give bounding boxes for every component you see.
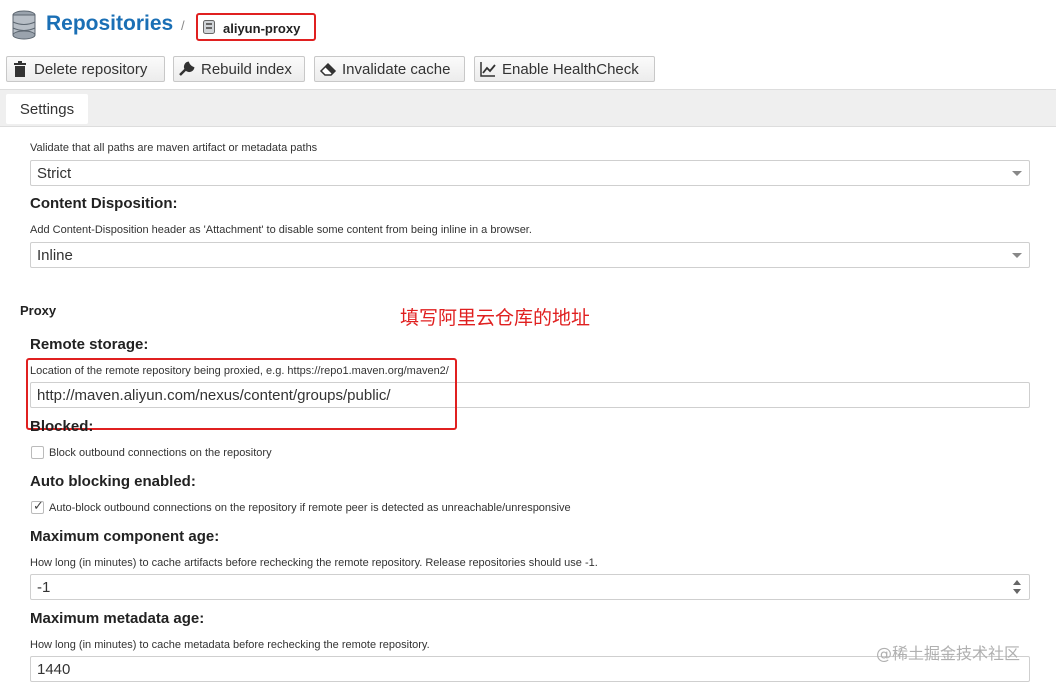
line-chart-icon [480,62,496,77]
max-metadata-age-value: 1440 [37,660,71,678]
chevron-down-icon [1012,171,1022,176]
tab-settings[interactable]: Settings [6,94,88,124]
auto-blocking-checkbox[interactable]: ✓ [31,498,44,514]
delete-repository-button[interactable]: Delete repository [6,56,165,82]
watermark: @稀土掘金技术社区 [876,644,1021,663]
breadcrumb-current-highlight: aliyun-proxy [196,13,316,41]
invalidate-cache-label: Invalidate cache [342,60,451,78]
layout-policy-hint: Validate that all paths are maven artifa… [30,142,318,154]
chevron-down-icon [1012,253,1022,258]
breadcrumb-repository-name: aliyun-proxy [223,21,301,36]
max-component-age-value: -1 [37,578,51,596]
rebuild-index-button[interactable]: Rebuild index [173,56,305,82]
page-header: Repositories / aliyun-proxy [0,0,1056,50]
wrench-icon [179,61,195,76]
invalidate-cache-button[interactable]: Invalidate cache [314,56,465,82]
eraser-icon [319,62,337,76]
layout-policy-value: Strict [37,164,72,182]
max-metadata-age-hint: How long (in minutes) to cache metadata … [30,639,430,651]
delete-repository-label: Delete repository [34,60,148,78]
blocked-checkbox-label: Block outbound connections on the reposi… [49,447,272,459]
spinner-up-icon[interactable] [1013,580,1021,585]
enable-healthcheck-button[interactable]: Enable HealthCheck [474,56,655,82]
annotation-text: 填写阿里云仓库的地址 [400,307,591,329]
enable-healthcheck-label: Enable HealthCheck [502,60,639,78]
settings-form: Validate that all paths are maven artifa… [0,128,1056,682]
max-component-age-input[interactable]: -1 [30,574,1030,600]
remote-storage-label: Remote storage: [30,336,149,353]
page-title[interactable]: Repositories [46,12,173,36]
blocked-label: Blocked: [30,418,94,435]
content-disposition-select[interactable]: Inline [30,242,1030,268]
auto-blocking-label: Auto blocking enabled: [30,473,196,490]
database-icon [12,10,36,40]
proxy-section-heading: Proxy [20,303,57,318]
content-disposition-label: Content Disposition: [30,195,178,212]
rebuild-index-label: Rebuild index [201,60,292,78]
content-disposition-hint: Add Content-Disposition header as 'Attac… [30,224,532,236]
trash-icon [14,61,26,77]
blocked-checkbox[interactable] [31,446,44,459]
repository-icon [203,20,215,34]
breadcrumb-separator: / [181,18,185,33]
max-component-age-hint: How long (in minutes) to cache artifacts… [30,557,598,569]
tab-bar: Settings [0,89,1056,127]
layout-policy-select[interactable]: Strict [30,160,1030,186]
toolbar: Delete repository Rebuild index Invalida… [0,56,1056,84]
spinner-down-icon[interactable] [1013,589,1021,594]
max-component-age-label: Maximum component age: [30,528,220,545]
content-disposition-value: Inline [37,246,73,264]
checkmark-icon: ✓ [33,498,44,513]
max-metadata-age-label: Maximum metadata age: [30,610,205,627]
auto-blocking-checkbox-label: Auto-block outbound connections on the r… [49,502,571,514]
